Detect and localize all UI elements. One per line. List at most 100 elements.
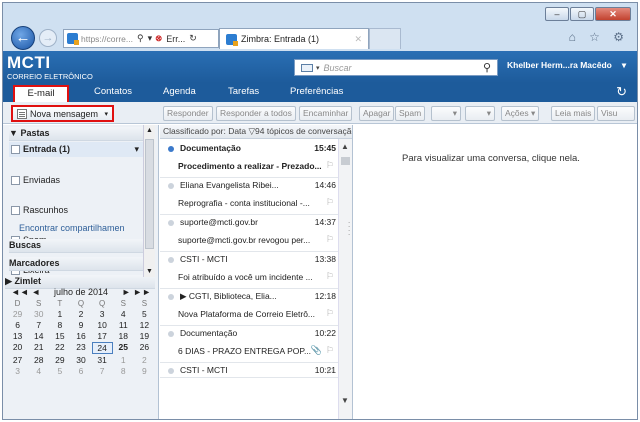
new-message-button[interactable]: Nova mensagem ▾: [11, 105, 114, 122]
message-row[interactable]: Documentação 15:45 Procedimento a realizar…: [160, 140, 338, 178]
tab-agenda[interactable]: Agenda: [163, 86, 196, 97]
flag-icon[interactable]: ⚐: [326, 308, 334, 319]
calendar-day[interactable]: 18: [113, 331, 134, 341]
refresh-icon[interactable]: ↻: [616, 84, 627, 100]
calendar-day[interactable]: 30: [28, 309, 49, 319]
browser-tools-icons[interactable]: ⌂ ☆ ⚙: [569, 30, 629, 44]
tag-button[interactable]: ▾: [465, 106, 495, 121]
tags-header[interactable]: Marcadores: [9, 257, 143, 271]
searches-header[interactable]: Buscas: [9, 239, 143, 253]
tab-tarefas[interactable]: Tarefas: [228, 86, 259, 97]
actions-button[interactable]: Ações ▾: [501, 106, 540, 121]
read-status-icon[interactable]: [168, 183, 174, 189]
address-bar[interactable]: https://corre... ⚲ ▾ ⊗ Err... ↻: [63, 29, 219, 48]
calendar-day[interactable]: 7: [28, 320, 49, 330]
find-shares-link[interactable]: Encontrar compartilhamen: [19, 223, 143, 233]
search-icon[interactable]: ⚲: [483, 61, 491, 74]
flag-icon[interactable]: ⚐: [326, 271, 334, 282]
calendar-day[interactable]: 6: [70, 366, 91, 376]
calendar-day[interactable]: 22: [49, 342, 70, 354]
calendar-day[interactable]: 3: [92, 309, 113, 319]
certificate-error-icon[interactable]: ⊗: [155, 33, 162, 44]
refresh-icon[interactable]: ↻: [189, 33, 197, 44]
calendar-day[interactable]: 15: [49, 331, 70, 341]
message-row[interactable]: Documentação 10:22 6 DIAS - PRAZO ENTREGA …: [160, 325, 338, 363]
flag-icon[interactable]: ⚐: [326, 234, 334, 245]
scrollbar-thumb[interactable]: [341, 157, 350, 165]
message-row[interactable]: ▶ CGTI, Biblioteca, Elia... 12:18 Nova Pla…: [160, 288, 338, 326]
calendar-day[interactable]: 29: [7, 309, 28, 319]
close-tab-icon[interactable]: ✕: [354, 34, 362, 45]
unread-status-icon[interactable]: [168, 146, 174, 152]
sidebar-item-rascunhos[interactable]: Rascunhos: [9, 203, 143, 218]
reply-all-button[interactable]: Responder a todos: [216, 106, 296, 121]
expand-icon[interactable]: ▶: [5, 276, 12, 286]
calendar-day[interactable]: 19: [134, 331, 155, 341]
envelope-icon[interactable]: [301, 63, 313, 72]
chevron-down-icon[interactable]: ▾: [104, 110, 108, 118]
certificate-error-label[interactable]: Err...: [166, 34, 185, 44]
scroll-down-icon[interactable]: ▼: [146, 268, 153, 275]
tab-contatos[interactable]: Contatos: [94, 86, 132, 97]
delete-button[interactable]: Apagar: [359, 106, 395, 121]
flag-icon[interactable]: ⚐: [326, 366, 334, 377]
search-type-dropdown[interactable]: ▾: [316, 64, 320, 72]
calendar-day[interactable]: 2: [134, 355, 155, 365]
calendar-day[interactable]: 14: [28, 331, 49, 341]
maximize-button[interactable]: ▢: [570, 7, 594, 21]
close-button[interactable]: ✕: [595, 7, 631, 21]
search-input[interactable]: ▾ Buscar ⚲: [294, 59, 498, 76]
user-menu[interactable]: Khelber Herm...ra Macêdo ▾: [507, 60, 626, 71]
print-button[interactable]: ▾: [431, 106, 461, 121]
flag-icon[interactable]: ⚐: [326, 345, 334, 356]
calendar-day[interactable]: 16: [70, 331, 91, 341]
calendar-next-icon[interactable]: ► ►►: [122, 287, 151, 297]
calendar-day[interactable]: 25: [113, 342, 134, 354]
back-arrow-icon[interactable]: ←: [11, 26, 35, 50]
calendar-day[interactable]: 23: [70, 342, 91, 354]
calendar-day[interactable]: 5: [49, 366, 70, 376]
calendar-day[interactable]: 4: [28, 366, 49, 376]
message-row[interactable]: CSTI - MCTI 13:38 Foi atribuído a você um …: [160, 251, 338, 289]
scroll-up-icon[interactable]: ▲: [146, 127, 153, 134]
calendar-day[interactable]: 11: [113, 320, 134, 330]
message-row[interactable]: suporte@mcti.gov.br 14:37 suporte@mcti.gov…: [160, 214, 338, 252]
new-tab-button[interactable]: [369, 28, 401, 49]
calendar-day[interactable]: 28: [28, 355, 49, 365]
forward-button[interactable]: Encaminhar: [299, 106, 353, 121]
list-scrollbar[interactable]: ▲ ▼: [338, 139, 352, 419]
calendar-day[interactable]: 31: [92, 355, 113, 365]
calendar-day[interactable]: 4: [113, 309, 134, 319]
list-header[interactable]: Classificado por: Data ▽94 tópicos de co…: [160, 125, 352, 139]
address-dropdown-icon[interactable]: ▾: [148, 33, 153, 44]
calendar-day[interactable]: 12: [134, 320, 155, 330]
calendar-day[interactable]: 24: [91, 342, 113, 354]
forward-arrow-icon[interactable]: →: [39, 29, 57, 47]
message-row[interactable]: CSTI - MCTI 10:21 ⚐: [160, 362, 338, 378]
calendar-day[interactable]: 6: [7, 320, 28, 330]
calendar-day[interactable]: 21: [28, 342, 49, 354]
read-status-icon[interactable]: [168, 294, 174, 300]
read-status-icon[interactable]: [168, 368, 174, 374]
message-row[interactable]: Eliana Evangelista Ribei... 14:46 Reprogra…: [160, 177, 338, 215]
calendar-day[interactable]: 7: [92, 366, 113, 376]
read-more-button[interactable]: Leia mais: [551, 106, 596, 121]
calendar-day[interactable]: 17: [92, 331, 113, 341]
address-search-icon[interactable]: ⚲: [137, 33, 144, 44]
flag-icon[interactable]: ⚐: [326, 197, 334, 208]
calendar-day[interactable]: 29: [49, 355, 70, 365]
reply-button[interactable]: Responder: [163, 106, 213, 121]
calendar-day[interactable]: 5: [134, 309, 155, 319]
read-status-icon[interactable]: [168, 257, 174, 263]
pane-resizer[interactable]: ....: [348, 217, 350, 237]
calendar-day[interactable]: 1: [113, 355, 134, 365]
calendar-day[interactable]: 2: [70, 309, 91, 319]
calendar-day[interactable]: 9: [134, 366, 155, 376]
collapse-icon[interactable]: ▼: [9, 128, 18, 138]
sidebar-item-enviadas[interactable]: Enviadas: [9, 173, 143, 188]
calendar-day[interactable]: 30: [70, 355, 91, 365]
minimize-button[interactable]: –: [545, 7, 569, 21]
chevron-down-icon[interactable]: ▾: [134, 142, 139, 157]
calendar-day[interactable]: 3: [7, 366, 28, 376]
folders-header[interactable]: ▼ Pastas: [9, 127, 143, 141]
